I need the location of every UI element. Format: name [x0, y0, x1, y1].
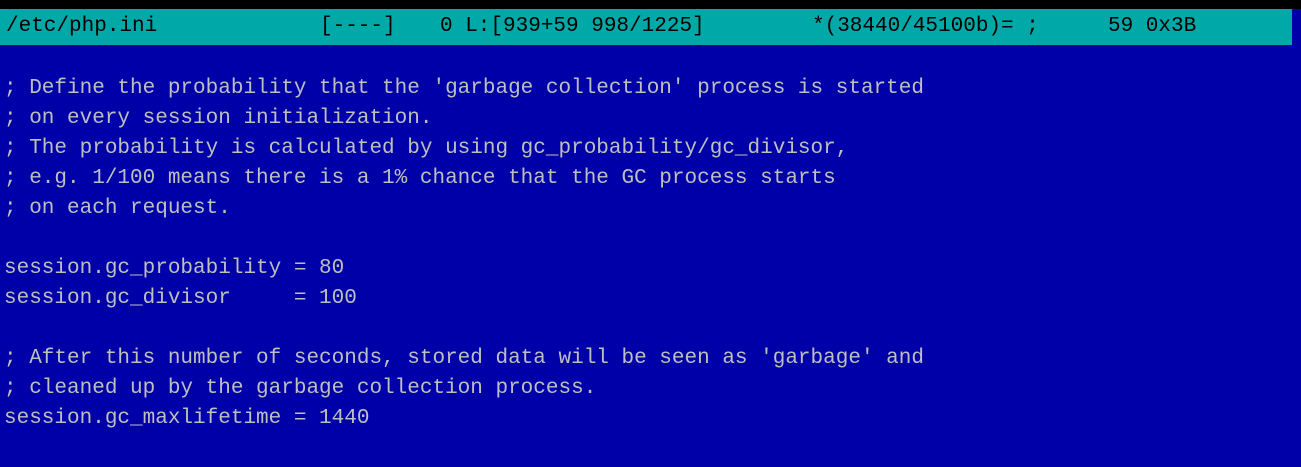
status-flags: [----] [320, 15, 396, 38]
editor-line[interactable]: ; cleaned up by the garbage collection p… [4, 374, 596, 404]
editor-line[interactable]: session.gc_maxlifetime = 1440 [4, 404, 369, 434]
editor-line[interactable]: ; The probability is calculated by using… [4, 134, 848, 164]
terminal-window: /etc/php.ini [----] 0 L:[939+59 998/1225… [0, 0, 1301, 467]
status-byte-offset: *(38440/45100b)= ; [812, 15, 1039, 38]
window-top-edge [0, 0, 1301, 9]
editor-line[interactable]: ; Define the probability that the 'garba… [4, 74, 924, 104]
editor-status-bar: /etc/php.ini [----] 0 L:[939+59 998/1225… [0, 9, 1292, 45]
status-char-code: 59 0x3B [1108, 15, 1197, 38]
status-cursor-position: 0 L:[939+59 998/1225] [440, 15, 705, 38]
editor-line[interactable]: ; on each request. [4, 194, 231, 224]
status-file-path: /etc/php.ini [6, 15, 158, 38]
editor-text-area[interactable]: ; Define the probability that the 'garba… [0, 45, 1292, 467]
editor-line[interactable]: ; e.g. 1/100 means there is a 1% chance … [4, 164, 836, 194]
editor-line[interactable]: session.gc_divisor = 100 [4, 284, 357, 314]
editor-line[interactable]: session.gc_probability = 80 [4, 254, 344, 284]
editor-line[interactable]: ; on every session initialization. [4, 104, 432, 134]
editor-line[interactable]: ; After this number of seconds, stored d… [4, 344, 924, 374]
